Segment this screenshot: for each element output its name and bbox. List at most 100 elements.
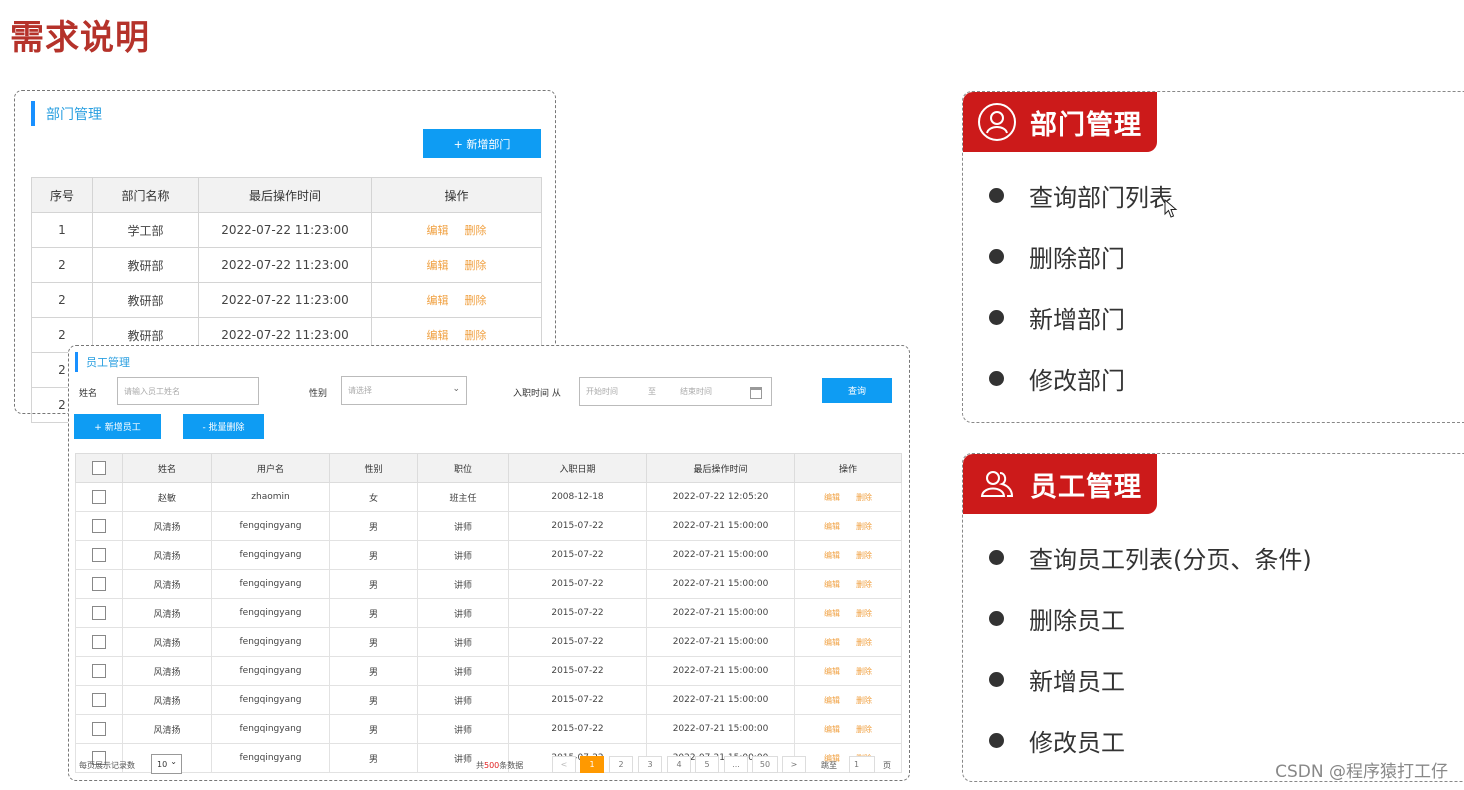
gender-select[interactable]: 请选择 ⌄ xyxy=(341,376,467,405)
row-select-cell xyxy=(75,511,123,541)
emp-job-cell: 讲师 xyxy=(417,685,509,715)
total-value: 500 xyxy=(484,761,500,770)
row-checkbox[interactable] xyxy=(92,722,106,736)
prev-page-button[interactable]: < xyxy=(552,756,576,773)
emp-gender-cell: 男 xyxy=(329,627,418,657)
row-checkbox[interactable] xyxy=(92,664,106,678)
edit-link[interactable]: 编辑 xyxy=(427,259,449,272)
emp-gender-cell: 男 xyxy=(329,511,418,541)
emp-entry-date-cell: 2015-07-22 xyxy=(508,569,647,599)
emp-name-cell: 风清扬 xyxy=(122,511,212,541)
edit-link[interactable]: 编辑 xyxy=(824,522,840,531)
edit-link[interactable]: 编辑 xyxy=(824,551,840,560)
requirement-item: 新增部门 xyxy=(989,300,1125,335)
batch-delete-button[interactable]: - 批量删除 xyxy=(183,414,264,439)
edit-link[interactable]: 编辑 xyxy=(824,638,840,647)
select-all-checkbox[interactable] xyxy=(92,461,106,475)
emp-requirements-title: 员工管理 xyxy=(1030,471,1142,503)
delete-link[interactable]: 删除 xyxy=(465,294,487,307)
heading-bar xyxy=(31,101,35,126)
emp-update-time-cell: 2022-07-21 15:00:00 xyxy=(646,714,795,744)
user-icon xyxy=(978,103,1016,141)
delete-link[interactable]: 删除 xyxy=(856,493,872,502)
emp-username-cell: fengqingyang xyxy=(211,685,330,715)
select-all-cell xyxy=(75,453,123,483)
row-checkbox[interactable] xyxy=(92,548,106,562)
emp-username-cell: fengqingyang xyxy=(211,569,330,599)
dept-actions-cell: 编辑 删除 xyxy=(371,247,542,283)
row-checkbox[interactable] xyxy=(92,519,106,533)
users-icon xyxy=(978,465,1016,503)
emp-gender-cell: 男 xyxy=(329,569,418,599)
edit-link[interactable]: 编辑 xyxy=(824,609,840,618)
delete-link[interactable]: 删除 xyxy=(856,609,872,618)
emp-actions-cell: 编辑 删除 xyxy=(794,569,902,599)
requirement-text: 删除员工 xyxy=(1029,607,1125,635)
emp-username-cell: fengqingyang xyxy=(211,598,330,628)
name-search-input[interactable]: 请输入员工姓名 xyxy=(117,377,259,405)
emp-name-cell: 风清扬 xyxy=(122,685,212,715)
emp-table-row: 风清扬fengqingyang男讲师2015-07-222022-07-21 1… xyxy=(75,540,902,570)
edit-link[interactable]: 编辑 xyxy=(824,580,840,589)
delete-link[interactable]: 删除 xyxy=(465,224,487,237)
delete-link[interactable]: 删除 xyxy=(856,725,872,734)
page-button[interactable]: 3 xyxy=(638,756,662,773)
emp-table-row: 风清扬fengqingyang男讲师2015-07-222022-07-21 1… xyxy=(75,656,902,686)
dept-actions-cell: 编辑 删除 xyxy=(371,212,542,248)
requirement-text: 新增员工 xyxy=(1029,668,1125,696)
emp-table-row: 风清扬fengqingyang男讲师2015-07-222022-07-21 1… xyxy=(75,627,902,657)
delete-link[interactable]: 删除 xyxy=(856,580,872,589)
emp-entry-date-cell: 2015-07-22 xyxy=(508,656,647,686)
edit-link[interactable]: 编辑 xyxy=(427,294,449,307)
delete-link[interactable]: 删除 xyxy=(465,259,487,272)
page-button[interactable]: 2 xyxy=(609,756,633,773)
next-page-button[interactable]: > xyxy=(782,756,806,773)
edit-link[interactable]: 编辑 xyxy=(824,696,840,705)
delete-link[interactable]: 删除 xyxy=(856,551,872,560)
emp-actions-cell: 编辑 删除 xyxy=(794,685,902,715)
delete-link[interactable]: 删除 xyxy=(856,667,872,676)
delete-link[interactable]: 删除 xyxy=(856,638,872,647)
watermark: CSDN @程序猿打工仔 xyxy=(1275,762,1448,782)
add-employee-button[interactable]: + 新增员工 xyxy=(74,414,161,439)
page-button[interactable]: 4 xyxy=(667,756,691,773)
edit-link[interactable]: 编辑 xyxy=(824,667,840,676)
emp-panel: 员工管理 姓名 请输入员工姓名 性别 请选择 ⌄ 入职时间 从 开始时间 至 结… xyxy=(68,345,910,781)
page-size-select[interactable]: 10 ⌄ xyxy=(151,754,182,774)
add-dept-button[interactable]: + 新增部门 xyxy=(423,129,541,158)
requirement-text: 修改部门 xyxy=(1029,367,1125,395)
row-checkbox[interactable] xyxy=(92,606,106,620)
delete-link[interactable]: 删除 xyxy=(465,329,487,342)
emp-actions-cell: 编辑 删除 xyxy=(794,598,902,628)
edit-link[interactable]: 编辑 xyxy=(427,224,449,237)
query-button[interactable]: 查询 xyxy=(822,378,892,403)
edit-link[interactable]: 编辑 xyxy=(824,725,840,734)
page-title: 需求说明 xyxy=(10,18,150,58)
requirement-text: 新增部门 xyxy=(1029,306,1125,334)
page-button[interactable]: 5 xyxy=(695,756,719,773)
emp-update-time-cell: 2022-07-21 15:00:00 xyxy=(646,656,795,686)
emp-job-cell: 班主任 xyxy=(417,482,509,512)
dept-name-cell: 教研部 xyxy=(92,247,199,283)
emp-entry-date-cell: 2008-12-18 xyxy=(508,482,647,512)
entry-date-range-picker[interactable]: 开始时间 至 结束时间 xyxy=(579,377,772,406)
delete-link[interactable]: 删除 xyxy=(856,522,872,531)
page-size-label: 每页展示记录数 xyxy=(79,761,135,770)
edit-link[interactable]: 编辑 xyxy=(427,329,449,342)
row-checkbox[interactable] xyxy=(92,635,106,649)
page-button[interactable]: 1 xyxy=(580,756,604,773)
emp-job-cell: 讲师 xyxy=(417,511,509,541)
edit-link[interactable]: 编辑 xyxy=(824,493,840,502)
date-start-placeholder: 开始时间 xyxy=(586,387,618,396)
row-checkbox[interactable] xyxy=(92,490,106,504)
row-checkbox[interactable] xyxy=(92,693,106,707)
row-checkbox[interactable] xyxy=(92,577,106,591)
goto-page-input[interactable]: 1 xyxy=(849,756,875,773)
page-button[interactable]: 50 xyxy=(752,756,778,773)
requirement-text: 查询部门列表 xyxy=(1029,184,1173,212)
emp-gender-cell: 男 xyxy=(329,540,418,570)
delete-link[interactable]: 删除 xyxy=(856,696,872,705)
row-select-cell xyxy=(75,656,123,686)
gender-label: 性别 xyxy=(309,389,328,399)
dept-no-cell: 2 xyxy=(31,282,93,318)
